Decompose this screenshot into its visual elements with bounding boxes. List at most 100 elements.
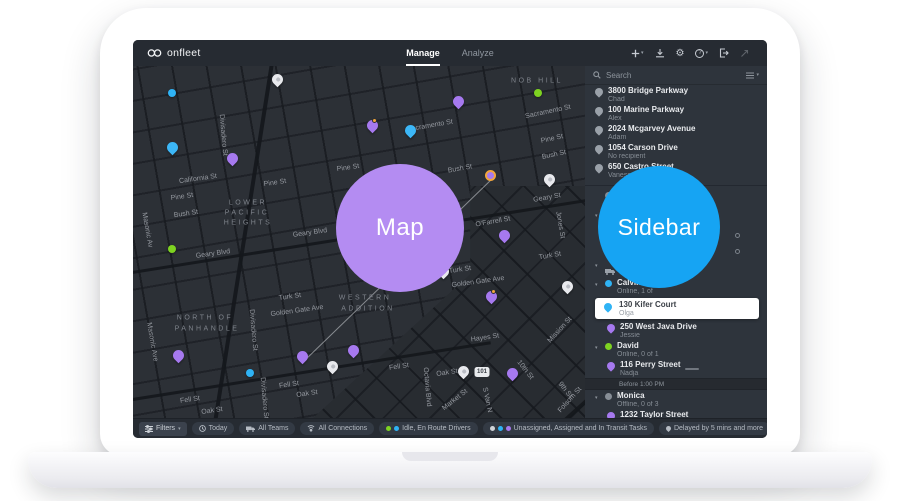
task-address: 250 West Java Drive <box>620 322 697 331</box>
filter-pill[interactable]: Unassigned, Assigned and In Transit Task… <box>482 422 654 435</box>
help-menu-icon[interactable]: ? ▾ <box>695 48 708 58</box>
highway-101-shield: 101 <box>474 367 490 377</box>
topbar-icons: ▾ ⚙ ? ▾ <box>631 40 749 66</box>
driver-status-dot <box>605 343 612 350</box>
chevron-down-icon[interactable]: ▾ <box>595 263 598 269</box>
sidebar-annotation-label: Sidebar <box>617 213 701 240</box>
clock-icon <box>198 425 206 432</box>
sidebar-annotation-circle: Sidebar <box>598 166 720 288</box>
filter-pills: Today All Teams All Connections Idle, En Ro… <box>191 422 767 435</box>
district-label: ADDITION <box>341 305 395 313</box>
tab-manage[interactable]: Manage <box>406 40 440 66</box>
task-pin-icon <box>593 86 605 98</box>
tab-analyze[interactable]: Analyze <box>462 40 494 66</box>
search-icon <box>593 71 601 79</box>
task-address: 3800 Bridge Parkway <box>608 86 689 95</box>
task-row[interactable]: 250 West Java Drive Jessie <box>585 321 767 340</box>
fullscreen-icon[interactable] <box>740 49 749 58</box>
laptop-mockup: onfleet Manage Analyze ▾ ⚙ ? ▾ NOB HILL … <box>0 0 900 501</box>
export-icon[interactable] <box>655 48 665 58</box>
task-pin-icon <box>593 105 605 117</box>
scroll-indicator[interactable] <box>685 368 699 370</box>
status-text: Offline, 0 of 3 <box>617 401 659 408</box>
filters-button[interactable]: Filters ▾ <box>139 421 187 436</box>
filter-pill-label: Idle, En Route Drivers <box>402 425 471 432</box>
district-label: NOB HILL <box>511 77 563 85</box>
search-bar[interactable]: Search ▾ <box>585 66 767 85</box>
driver-status-dot <box>605 393 612 400</box>
task-recipient: No recipient <box>608 153 646 160</box>
filter-pill[interactable]: Delayed by 5 mins and more <box>658 422 767 435</box>
filter-pill[interactable]: Idle, En Route Drivers <box>379 422 478 435</box>
status-text: Online, 0 of 1 <box>617 351 659 358</box>
task-row[interactable]: 1054 Carson Drive No recipient <box>585 142 767 161</box>
filter-pill-label: All Connections <box>318 425 368 432</box>
task-row[interactable]: 1232 Taylor StreetNo recipient <box>585 409 767 418</box>
task-recipient: Alex <box>608 115 622 122</box>
driver-name: David <box>617 341 639 350</box>
pin-icon <box>664 424 672 433</box>
district-label: HEIGHTS <box>223 219 273 227</box>
district-label: WESTERN <box>338 294 392 302</box>
chevron-down-icon[interactable]: ▾ <box>595 345 598 351</box>
locate-icon[interactable] <box>735 233 740 238</box>
add-menu-icon[interactable]: ▾ <box>631 49 644 58</box>
task-pin-icon <box>602 301 614 313</box>
chevron-down-icon[interactable]: ▾ <box>595 213 598 219</box>
map-annotation-label: Map <box>375 214 425 241</box>
status-dot-icon <box>394 426 400 431</box>
map-annotation-circle: Map <box>336 164 464 292</box>
task-address: 1054 Carson Drive <box>608 143 678 152</box>
status-dot-icon <box>489 426 495 431</box>
chevron-down-icon[interactable]: ▾ <box>595 282 598 288</box>
district-label: LOWER <box>228 199 268 207</box>
filter-pill[interactable]: Today <box>191 422 235 435</box>
task-row[interactable]: 3800 Bridge Parkway Chad <box>585 85 767 104</box>
filter-pill[interactable]: All Connections <box>300 422 375 435</box>
task-recipient: Olga <box>619 310 634 317</box>
task-row[interactable]: 100 Marine Parkway Alex <box>585 104 767 123</box>
district-label: PANHANDLE <box>174 325 240 333</box>
status-dot-icon <box>497 426 503 431</box>
truck-icon <box>246 426 256 432</box>
task-address: 2024 Mcgarvey Avenue <box>608 124 696 133</box>
top-bar: onfleet Manage Analyze ▾ ⚙ ? ▾ <box>133 40 767 66</box>
app-screen: onfleet Manage Analyze ▾ ⚙ ? ▾ NOB HILL … <box>133 40 767 438</box>
filter-pill-label: Delayed by 5 mins and more <box>673 425 764 432</box>
filter-pill-label: All Teams <box>258 425 289 432</box>
task-pin-icon <box>605 360 617 372</box>
task-pin-icon <box>593 143 605 155</box>
district-label: PACIFIC <box>224 209 270 217</box>
task-recipient: Adam <box>608 134 627 141</box>
search-input[interactable]: Search <box>606 71 741 80</box>
list-sort-icon[interactable]: ▾ <box>746 72 759 79</box>
filters-label: Filters <box>156 425 176 432</box>
task-row[interactable]: 2024 Mcgarvey Avenue Adam <box>585 123 767 142</box>
task-address: 100 Marine Parkway <box>608 105 685 114</box>
filter-pill-label: Today <box>208 425 228 432</box>
task-address: 1232 Taylor Street <box>620 410 689 418</box>
status-text: Online, 1 of <box>617 288 653 295</box>
filter-bar: Filters ▾ Today All Teams All Connections I… <box>133 418 767 438</box>
chevron-down-icon[interactable]: ▾ <box>595 395 598 401</box>
task-recipient: Jessie <box>620 332 640 339</box>
filter-pill-label: Unassigned, Assigned and In Transit Task… <box>513 425 647 432</box>
driver-row[interactable]: ▾ David Online, 0 of 1 <box>585 340 767 359</box>
locate-icon[interactable] <box>735 249 740 254</box>
settings-gear-icon[interactable]: ⚙ <box>676 48 685 59</box>
filter-pill[interactable]: All Teams <box>239 422 296 435</box>
task-pin-icon <box>605 322 617 334</box>
task-row-selected[interactable]: 130 Kifer Court Olga <box>595 298 759 319</box>
sign-out-icon[interactable] <box>719 48 729 58</box>
district-label: NORTH OF <box>176 314 234 322</box>
task-recipient: Nadja <box>620 370 639 377</box>
laptop-base <box>28 452 872 488</box>
filter-sliders-icon <box>145 424 153 433</box>
status-dot-icon <box>386 426 392 431</box>
task-row[interactable]: 116 Perry Street Nadja <box>585 359 767 378</box>
task-address: 650 Castro Street <box>608 162 674 171</box>
driver-row[interactable]: ▾ Monica Offline, 0 of 3 <box>585 390 767 409</box>
task-recipient: Chad <box>608 96 625 103</box>
signal-icon <box>307 425 315 432</box>
driver-status-dot <box>605 280 612 287</box>
